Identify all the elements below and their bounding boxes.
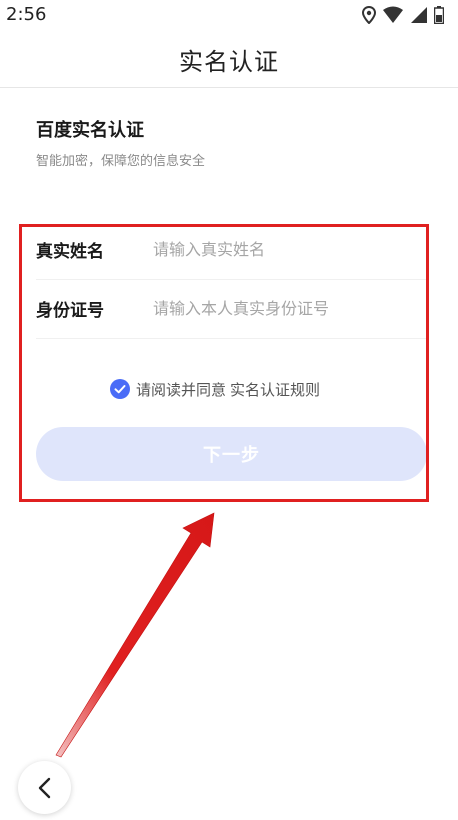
status-bar: 2:56	[0, 0, 458, 30]
back-button[interactable]	[18, 761, 71, 814]
nav-bar: 实名认证	[0, 30, 458, 88]
signal-icon	[411, 7, 427, 23]
status-icons	[362, 5, 444, 25]
intro-subtitle: 智能加密，保障您的信息安全	[36, 154, 206, 169]
highlight-box	[19, 224, 429, 502]
page-title: 实名认证	[179, 48, 279, 76]
chevron-left-icon	[38, 777, 50, 798]
battery-icon	[434, 6, 444, 24]
status-time: 2:56	[6, 4, 47, 25]
intro-title: 百度实名认证	[36, 120, 144, 141]
wifi-icon	[383, 6, 403, 23]
location-icon	[362, 6, 376, 24]
